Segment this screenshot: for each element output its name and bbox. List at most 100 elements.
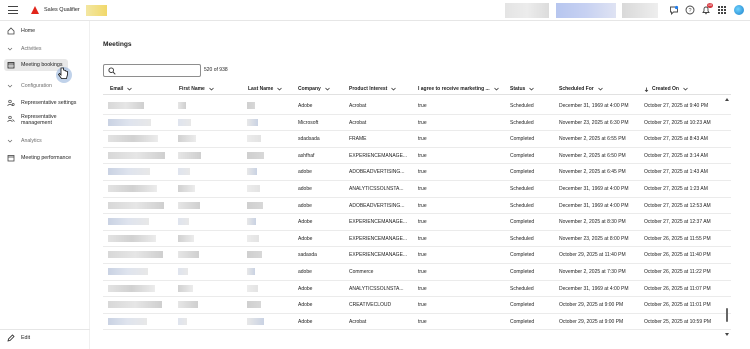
redacted-last-name xyxy=(247,317,264,325)
redacted-first-name xyxy=(178,185,195,192)
menu-icon[interactable] xyxy=(8,6,18,14)
table-row[interactable]: Adobe ANALYTICSSOLNSTA... true Scheduled Dec… xyxy=(103,281,731,298)
calendar-icon xyxy=(7,62,15,69)
section-label: Configuration xyxy=(21,83,52,89)
edit-button[interactable]: Edit xyxy=(7,334,30,342)
table-row[interactable]: adobe Commerce true Completed November 2, 20… xyxy=(103,264,731,281)
cell-company: adobe xyxy=(298,186,312,192)
cell-scheduled-for: November 2, 2025 at 6:45 PM xyxy=(559,169,626,176)
cell-product-interest: Acrobat xyxy=(349,103,367,109)
redacted-email xyxy=(108,301,162,309)
section-label: Activities xyxy=(21,46,42,52)
table-row[interactable]: Microsoft Acrobat true Scheduled November 23… xyxy=(103,115,731,132)
redacted-first-name xyxy=(178,234,194,242)
pencil-icon xyxy=(7,334,15,342)
cell-company: Adobe xyxy=(298,285,313,292)
cell-company: Microsoft xyxy=(298,119,319,126)
section-activities[interactable]: Activities xyxy=(7,46,41,52)
cell-scheduled-for: December 31, 1969 at 4:00 PM xyxy=(559,202,629,209)
cell-created-on: October 27, 2025 at 10:23 AM xyxy=(644,119,711,126)
feedback-icon[interactable] xyxy=(669,5,679,15)
adobe-logo-icon xyxy=(31,6,39,14)
column-header-email[interactable]: Email xyxy=(110,86,133,92)
main-content: Meetings 520 of 938 Email First Name Las… xyxy=(91,22,750,349)
column-header-first-name[interactable]: First Name xyxy=(179,86,214,92)
sidebar-item-representative-management[interactable]: Representative management xyxy=(0,113,90,127)
sidebar-item-representative-settings[interactable]: Representative settings xyxy=(0,98,90,108)
scroll-down-arrow[interactable] xyxy=(725,333,729,336)
cell-product-interest: Commerce xyxy=(349,269,374,275)
cell-status: Completed xyxy=(510,318,535,325)
table-row[interactable]: Adobe Acrobat true Scheduled December 31, 19… xyxy=(103,98,731,115)
sidebar-item-label: Home xyxy=(21,28,36,34)
cell-created-on: October 26, 2025 at 11:40 PM xyxy=(644,252,711,259)
redacted-email xyxy=(108,168,150,176)
cell-marketing-consent: true xyxy=(418,219,427,226)
sidebar-item-label: Representative settings xyxy=(21,100,77,106)
column-header-scheduled-for[interactable]: Scheduled For xyxy=(559,86,603,92)
redacted-first-name xyxy=(178,317,187,325)
apps-grid-icon[interactable] xyxy=(717,5,727,15)
table-row[interactable]: adobe ANALYTICSSOLNSTA... true Scheduled Dec… xyxy=(103,181,731,198)
cell-created-on: October 26, 2025 at 11:01 PM xyxy=(644,302,711,309)
help-icon[interactable]: ? xyxy=(685,5,695,15)
column-header-company[interactable]: Company xyxy=(298,86,330,92)
chevron-down-icon xyxy=(7,84,13,88)
cell-created-on: October 27, 2025 at 1:23 AM xyxy=(644,186,708,192)
cell-created-on: October 27, 2025 at 8:43 AM xyxy=(644,136,708,143)
divider xyxy=(0,329,90,330)
cell-marketing-consent: true xyxy=(418,269,427,275)
users-gear-icon xyxy=(7,99,15,107)
cell-company: adobe xyxy=(298,269,312,275)
redacted-block xyxy=(505,3,549,18)
cell-product-interest: EXPERIENCEMANAGE... xyxy=(349,235,408,242)
cell-scheduled-for: December 31, 1969 at 4:00 PM xyxy=(559,186,629,192)
notification-badge: 10 xyxy=(707,3,713,8)
sidebar-item-label: Representative management xyxy=(21,114,57,126)
user-avatar[interactable] xyxy=(734,5,744,15)
column-header-status[interactable]: Status xyxy=(510,86,535,92)
cell-product-interest: EXPERIENCEMANAGE... xyxy=(349,252,408,259)
search-input[interactable] xyxy=(103,64,201,77)
table-row[interactable]: sdadsada FRAME true Completed November 2, 20… xyxy=(103,131,731,148)
cell-scheduled-for: November 2, 2025 at 6:50 PM xyxy=(559,152,626,159)
scroll-up-arrow[interactable] xyxy=(725,98,729,101)
table-row[interactable]: adobe ADOBEADVERTISING... true Completed Nov… xyxy=(103,164,731,181)
cell-product-interest: ADOBEADVERTISING... xyxy=(349,169,405,176)
column-header-last-name[interactable]: Last Name xyxy=(248,86,283,92)
column-header-product-interest[interactable]: Product Interest xyxy=(349,86,397,92)
redacted-last-name xyxy=(247,268,255,275)
redacted-block xyxy=(622,3,658,18)
sidebar-item-home[interactable]: Home xyxy=(0,26,90,36)
column-header-created-on[interactable]: Created On xyxy=(644,86,688,92)
cell-marketing-consent: true xyxy=(418,152,427,159)
table-row[interactable]: Adobe Acrobat true Completed October 29, 202… xyxy=(103,314,731,331)
redacted-first-name xyxy=(178,102,186,109)
search-icon xyxy=(108,67,116,75)
table-row[interactable]: Adobe EXPERIENCEMANAGE... true Completed Nov… xyxy=(103,214,731,231)
column-header-marketing-consent[interactable]: I agree to receive marketing ... xyxy=(418,86,499,92)
cell-status: Completed xyxy=(510,269,535,275)
table-row[interactable]: Adobe CREATIVECLOUD true Completed October 2… xyxy=(103,297,731,314)
vertical-scrollbar[interactable] xyxy=(725,98,729,336)
table-row[interactable]: sadasda EXPERIENCEMANAGE... true Completed O… xyxy=(103,247,731,264)
redacted-last-name xyxy=(247,185,260,192)
sidebar-item-label: Meeting performance xyxy=(21,155,72,161)
user-manage-icon xyxy=(7,115,15,123)
section-analytics[interactable]: Analytics xyxy=(7,138,42,144)
cell-marketing-consent: true xyxy=(418,318,427,325)
sidebar-item-meeting-performance[interactable]: Meeting performance xyxy=(0,153,90,163)
redacted-email xyxy=(108,218,149,226)
redacted-last-name xyxy=(247,168,257,176)
cell-product-interest: Acrobat xyxy=(349,119,367,126)
section-label: Analytics xyxy=(21,138,42,144)
result-count: 520 of 938 xyxy=(204,67,228,73)
sidebar-item-meeting-bookings[interactable]: Meeting bookings xyxy=(0,60,90,70)
app-title: Sales Qualifier xyxy=(44,7,80,13)
table-row[interactable]: adobe ADOBEADVERTISING... true Scheduled Dec… xyxy=(103,198,731,215)
section-configuration[interactable]: Configuration xyxy=(7,83,52,89)
cell-company: Adobe xyxy=(298,219,313,226)
table-row[interactable]: ashfhaf EXPERIENCEMANAGE... true Completed N… xyxy=(103,148,731,165)
table-row[interactable]: Adobe EXPERIENCEMANAGE... true Scheduled Nov… xyxy=(103,231,731,248)
scrollbar-thumb[interactable] xyxy=(726,308,728,322)
